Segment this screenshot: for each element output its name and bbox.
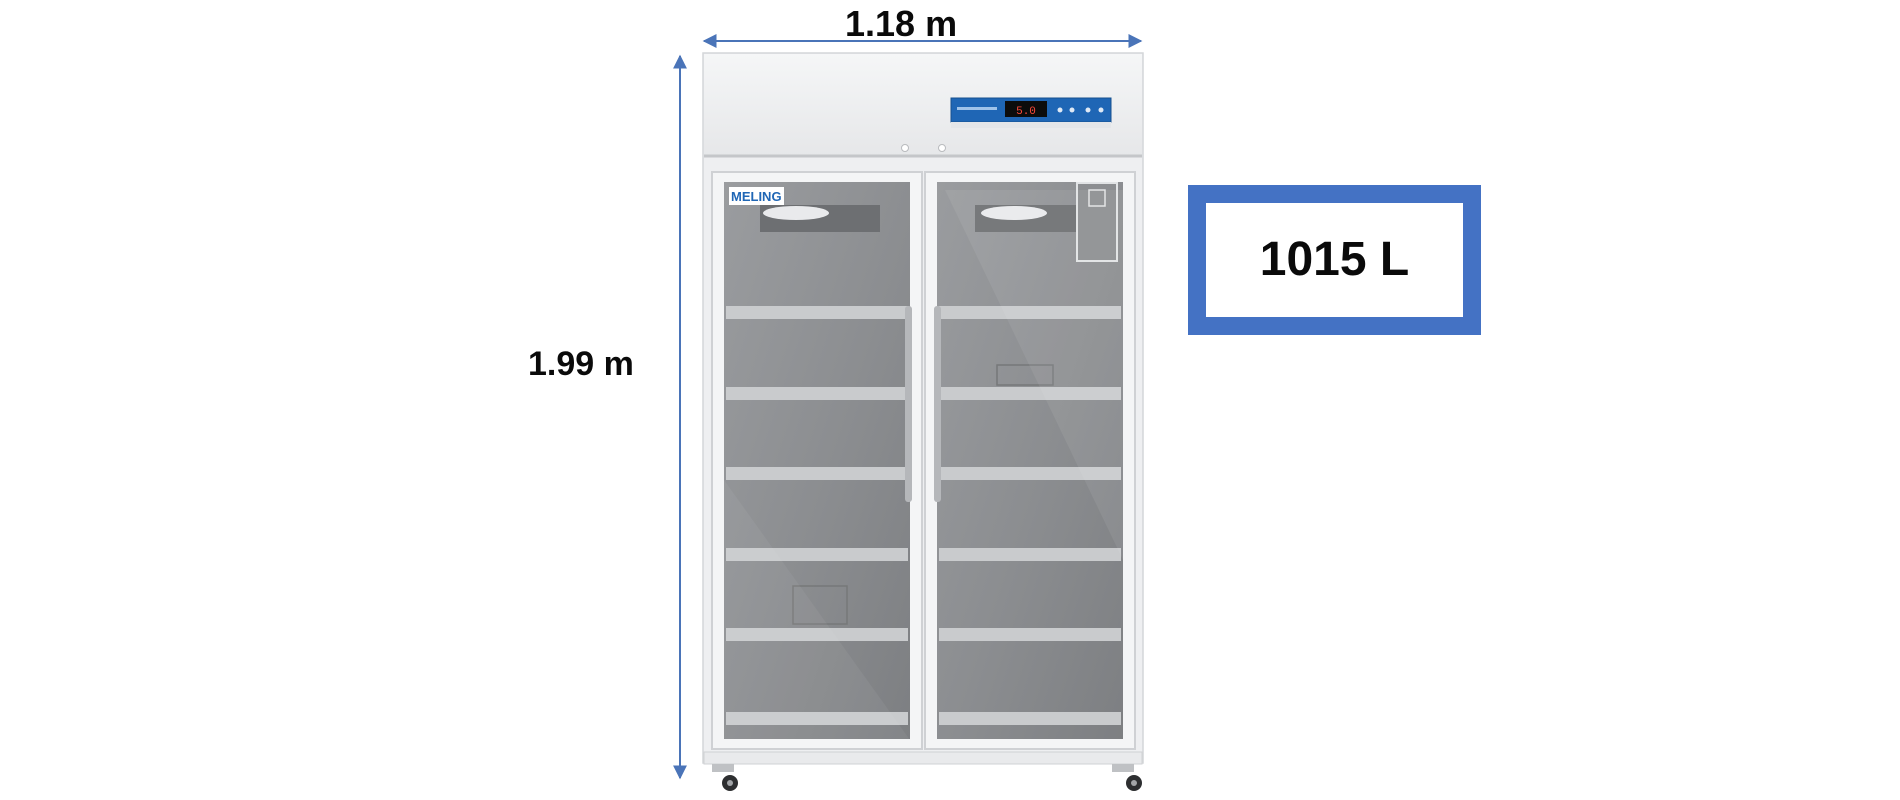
- right-door-handle: [934, 306, 941, 502]
- door-lock-left-icon: [901, 144, 909, 152]
- refrigerator-illustration: 5.0 MELING: [673, 34, 1144, 791]
- left-door-handle: [905, 306, 912, 502]
- casters: [712, 764, 1142, 791]
- capacity-box-inner: 1015 L: [1206, 203, 1463, 317]
- diagram-canvas: 5.0 MELING 1.18 m 1.99 m 1015 L: [0, 0, 1900, 800]
- width-dimension-label: 1.18 m: [845, 3, 958, 44]
- capacity-label: 1015 L: [1259, 233, 1410, 286]
- refrigerator-cabinet: 5.0 MELING: [702, 52, 1144, 765]
- height-dimension-label: 1.99 m: [528, 345, 634, 383]
- control-panel: 5.0: [950, 97, 1112, 128]
- temperature-display: 5.0: [1016, 106, 1036, 118]
- capacity-box: 1015 L: [1188, 185, 1481, 335]
- door-lock-right-icon: [938, 144, 946, 152]
- brand-logo: MELING: [731, 189, 782, 204]
